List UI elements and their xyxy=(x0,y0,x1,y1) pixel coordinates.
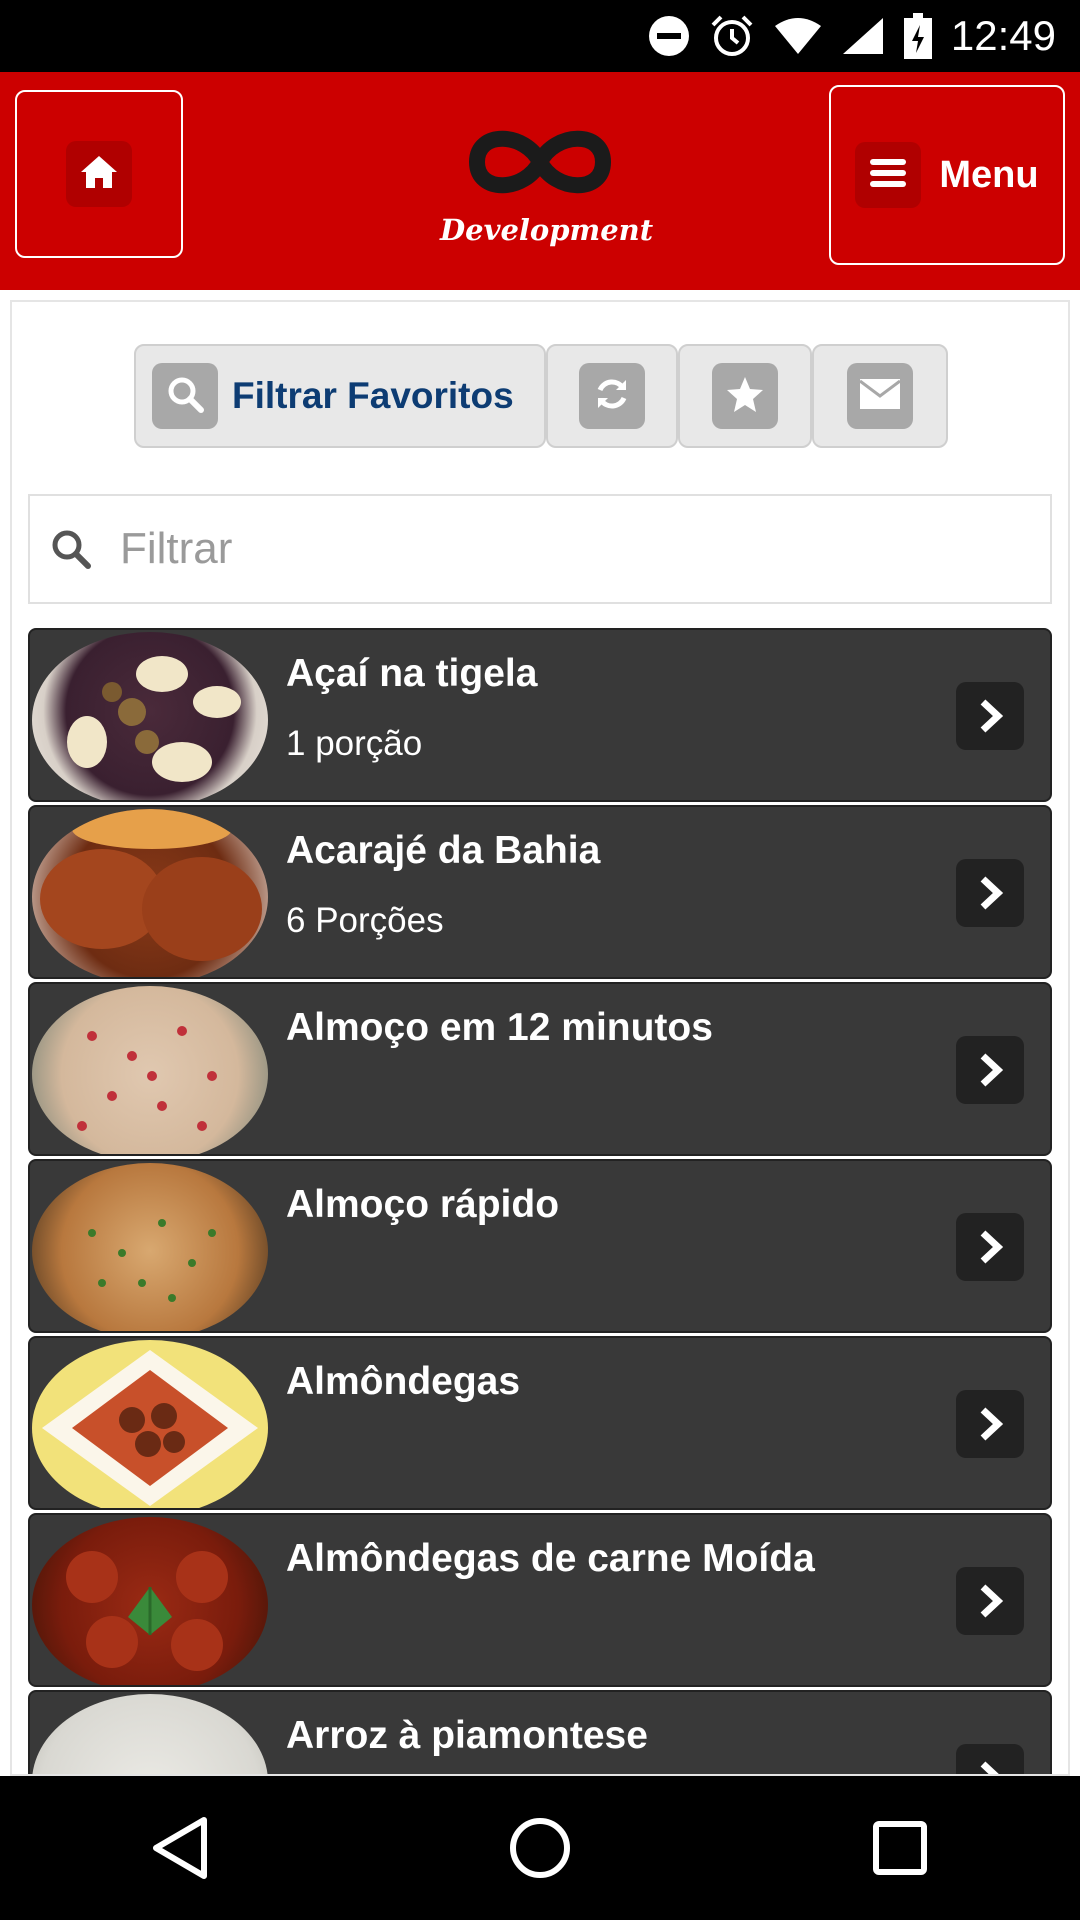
filter-favorites-button[interactable]: Filtrar Favoritos xyxy=(134,344,546,448)
list-item[interactable]: Arroz à piamontese xyxy=(28,1690,1052,1774)
search-icon xyxy=(48,526,94,572)
alarm-icon xyxy=(709,13,755,59)
home-nav-button[interactable] xyxy=(480,1788,600,1908)
recipe-servings: 1 porção xyxy=(286,724,423,763)
system-navigation-bar xyxy=(0,1776,1080,1920)
list-item[interactable]: Acarajé da Bahia 6 Porções xyxy=(28,805,1052,979)
list-item[interactable]: Almoço em 12 minutos xyxy=(28,982,1052,1156)
recipe-title: Açaí na tigela xyxy=(286,652,538,695)
status-bar: 12:49 xyxy=(0,0,1080,72)
home-button[interactable] xyxy=(15,90,183,258)
recipe-title: Almôndegas xyxy=(286,1360,521,1403)
chevron-right-icon xyxy=(956,1036,1024,1104)
do-not-disturb-icon xyxy=(647,14,691,58)
list-toolbar: Filtrar Favoritos xyxy=(134,344,948,448)
star-icon xyxy=(725,374,765,419)
app-header: Development Menu xyxy=(0,72,1080,290)
logo-text: Development xyxy=(440,213,654,247)
filter-search-box xyxy=(28,494,1052,604)
status-time: 12:49 xyxy=(950,12,1056,59)
search-icon xyxy=(165,374,205,419)
recipe-thumbnail xyxy=(32,1517,268,1685)
recipe-thumbnail xyxy=(32,1340,268,1508)
back-triangle-icon xyxy=(153,1817,207,1879)
recipe-servings: 6 Porções xyxy=(286,901,444,940)
recents-square-icon xyxy=(873,1821,927,1875)
recipe-title: Arroz à piamontese xyxy=(286,1714,648,1757)
chevron-right-icon xyxy=(956,1567,1024,1635)
chevron-right-icon xyxy=(956,682,1024,750)
recipe-title: Almôndegas de carne Moída xyxy=(286,1537,815,1580)
recipe-thumbnail xyxy=(32,809,268,977)
list-item[interactable]: Açaí na tigela 1 porção xyxy=(28,628,1052,802)
wifi-icon xyxy=(773,16,823,56)
recipe-title: Almoço em 12 minutos xyxy=(286,1006,713,1049)
recipe-thumbnail xyxy=(32,986,268,1154)
list-item[interactable]: Almôndegas xyxy=(28,1336,1052,1510)
back-button[interactable] xyxy=(120,1788,240,1908)
refresh-button[interactable] xyxy=(546,344,678,448)
recipe-title: Almoço rápido xyxy=(286,1183,560,1226)
home-circle-icon xyxy=(510,1818,570,1878)
infinity-logo-icon xyxy=(468,130,612,194)
recents-button[interactable] xyxy=(840,1788,960,1908)
recipe-thumbnail xyxy=(32,632,268,800)
recipe-thumbnail xyxy=(32,1163,268,1331)
chevron-right-icon xyxy=(956,859,1024,927)
chevron-right-icon xyxy=(956,1744,1024,1774)
list-item[interactable]: Almoço rápido xyxy=(28,1159,1052,1333)
recipe-thumbnail xyxy=(32,1694,268,1774)
chevron-right-icon xyxy=(956,1390,1024,1458)
menu-label: Menu xyxy=(939,153,1039,196)
filter-favorites-label: Filtrar Favoritos xyxy=(232,375,514,416)
recipe-list: Açaí na tigela 1 porção Acarajé da Bahia… xyxy=(28,628,1052,1774)
chevron-right-icon xyxy=(956,1213,1024,1281)
list-item[interactable]: Almôndegas de carne Moída xyxy=(28,1513,1052,1687)
recipe-list-panel: Filtrar Favoritos Filtrar Açaí na tigela… xyxy=(10,300,1070,1776)
filter-input[interactable] xyxy=(118,523,1022,575)
app-logo: Development xyxy=(440,112,654,262)
battery-charging-icon xyxy=(903,13,933,59)
home-icon xyxy=(79,152,119,197)
recipe-title: Acarajé da Bahia xyxy=(286,829,601,872)
envelope-icon xyxy=(858,377,902,416)
hamburger-icon xyxy=(868,156,908,195)
signal-icon xyxy=(841,16,885,56)
refresh-icon xyxy=(592,374,632,419)
menu-button[interactable]: Menu xyxy=(829,85,1065,265)
favorites-button[interactable] xyxy=(678,344,812,448)
email-button[interactable] xyxy=(812,344,948,448)
